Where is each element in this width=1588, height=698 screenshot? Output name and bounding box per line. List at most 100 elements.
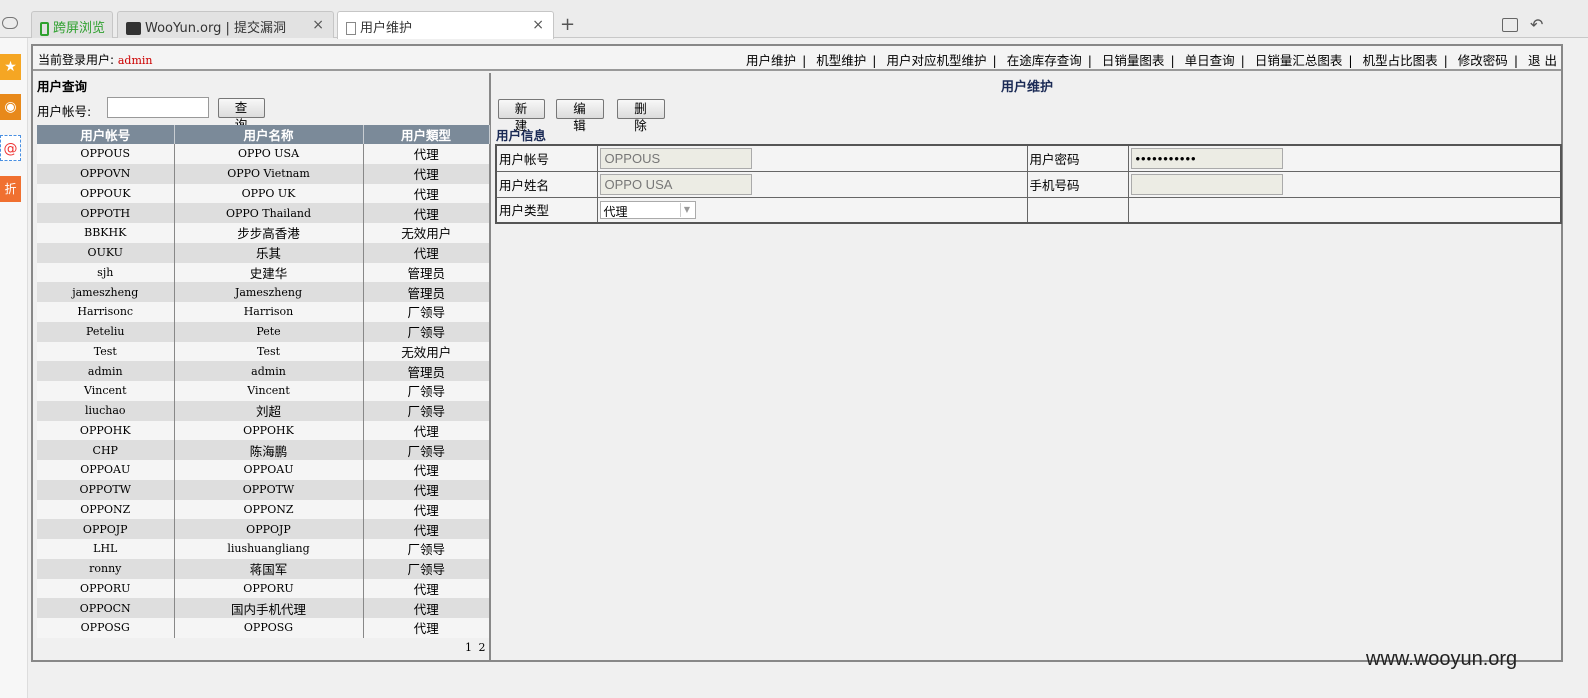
close-icon[interactable]: × [532,17,544,33]
account-cell: CHP [37,440,175,460]
account-search-input[interactable] [107,97,209,118]
form-row: 用户类型 代理 ▼ [495,196,1562,224]
name-cell: Jameszheng [174,282,364,302]
table-row[interactable]: jameszheng Jameszheng 管理员 [37,282,489,302]
column-header[interactable]: 用户名称 [174,125,364,144]
table-row[interactable]: OUKU 乐其 代理 [37,242,489,263]
account-field[interactable] [599,147,752,169]
page-title: 用户维护 [1000,80,1053,95]
type-cell: 厂领导 [363,440,489,460]
undo-icon[interactable]: ↶ [1530,15,1543,34]
password-field-cell [1127,144,1562,172]
type-cell: 代理 [363,618,489,638]
header-bar: 当前登录用户: admin 用户维护 | 机型维护 | 用户对应机型维护 | 在途库存… [33,46,1561,71]
delete-button[interactable]: 删 除 [617,99,665,133]
name-cell: OPPO Vietnam [174,163,364,184]
table-row[interactable]: OPPOCN 国内手机代理 代理 [37,598,489,618]
table-row[interactable]: Peteliu Pete 厂领导 [37,321,489,342]
nav-user-maintenance[interactable]: 用户维护 [746,53,796,68]
table-row[interactable]: OPPORU OPPORU 代理 [37,578,489,599]
password-field[interactable] [1130,147,1283,169]
table-row[interactable]: OPPOUS OPPO USA 代理 [37,144,489,164]
chevron-down-icon[interactable]: ▼ [679,202,694,217]
table-row[interactable]: OPPOTH OPPO Thailand 代理 [37,203,489,223]
nav-model-share-chart[interactable]: 机型占比图表 [1363,53,1438,68]
table-row[interactable]: Test Test 无效用户 [37,341,489,362]
tab-wooyun[interactable]: WooYun.org | 提交漏洞 × [117,11,334,38]
form-row: 用户姓名 手机号码 [495,170,1562,198]
table-row[interactable]: liuchao 刘超 厂领导 [37,400,489,421]
nav-separator: | [1348,53,1353,68]
name-cell: OPPOSG [174,618,364,638]
nav-user-model-maintenance[interactable]: 用户对应机型维护 [886,53,986,68]
close-icon[interactable]: × [312,17,324,33]
table-row[interactable]: OPPOAU OPPOAU 代理 [37,460,489,480]
new-button[interactable]: 新 建 [498,99,545,133]
table-row[interactable]: admin admin 管理员 [37,361,489,381]
nav-transit-stock[interactable]: 在途库存查询 [1007,53,1082,68]
sidebar-rail: ★ ◉ @ 折 [0,38,28,698]
type-cell: 厂领导 [363,321,489,342]
weibo-icon[interactable]: ◉ [0,94,21,120]
table-row[interactable]: OPPOUK OPPO UK 代理 [37,183,489,204]
type-cell: 无效用户 [363,223,489,243]
edit-button[interactable]: 编 辑 [556,99,604,133]
star-icon[interactable]: ★ [0,54,21,80]
type-field-label: 用户类型 [495,196,598,224]
discount-icon[interactable]: 折 [0,176,21,202]
type-field-cell: 代理 ▼ [596,196,1028,224]
nav-change-password[interactable]: 修改密码 [1458,53,1508,68]
tab-label: WooYun.org | 提交漏洞 [145,21,287,36]
account-cell: OUKU [37,242,175,263]
password-field-label: 用户密码 [1026,144,1129,172]
table-row[interactable]: CHP 陈海鹏 厂领导 [37,440,489,460]
type-cell: 代理 [363,499,489,520]
table-row[interactable]: BBKHK 步步高香港 无效用户 [37,223,489,243]
table-row[interactable]: Vincent Vincent 厂领导 [37,381,489,401]
column-header[interactable]: 用户帐号 [37,125,175,144]
table-row[interactable]: OPPOHK OPPOHK 代理 [37,420,489,441]
account-cell: OPPORU [37,578,175,599]
pagination[interactable]: 1 2 [465,641,486,654]
nav-logout[interactable]: 退 出 [1528,53,1557,68]
name-cell: 步步高香港 [174,223,364,243]
cloud-icon[interactable] [2,17,18,29]
name-cell: 史建华 [174,262,364,283]
table-row[interactable]: OPPOSG OPPOSG 代理 [37,618,489,638]
user-type-select[interactable]: 代理 ▼ [599,200,696,219]
section-title: 用户信息 [496,128,547,143]
tab-cross-screen[interactable]: 跨屏浏览 [31,11,113,38]
account-cell: Vincent [37,381,175,401]
nav-daily-sales-chart[interactable]: 日销量图表 [1102,53,1165,68]
table-row[interactable]: LHL liushuangliang 厂领导 [37,539,489,559]
name-cell: Test [174,341,364,362]
login-info: 当前登录用户: admin [38,51,153,68]
name-field-label: 用户姓名 [495,170,598,198]
table-row[interactable]: Harrisonc Harrison 厂领导 [37,302,489,322]
name-field-cell [596,170,1028,198]
type-cell: 代理 [363,578,489,599]
window-restore-icon[interactable] [1502,18,1518,32]
table-row[interactable]: OPPOTW OPPOTW 代理 [37,479,489,500]
table-row[interactable]: OPPONZ OPPONZ 代理 [37,499,489,520]
table-row[interactable]: sjh 史建华 管理员 [37,262,489,283]
table-row[interactable]: OPPOJP OPPOJP 代理 [37,519,489,539]
tab-user-maintenance[interactable]: 用户维护 × [337,11,554,39]
nav-single-day-query[interactable]: 单日查询 [1185,53,1235,68]
mail-icon[interactable]: @ [0,135,21,161]
table-row[interactable]: ronny 蒋国军 厂领导 [37,558,489,579]
column-header[interactable]: 用户類型 [363,125,490,144]
phone-field-label: 手机号码 [1026,170,1129,198]
phone-field[interactable] [1130,173,1283,195]
type-cell: 代理 [363,598,489,618]
new-tab-icon[interactable]: + [560,14,575,35]
nav-daily-sales-summary[interactable]: 日销量汇总图表 [1255,53,1343,68]
query-button[interactable]: 查 询 [218,98,265,132]
nav-model-maintenance[interactable]: 机型维护 [816,53,866,68]
name-field[interactable] [599,173,752,195]
account-cell: OPPOAU [37,460,175,480]
name-cell: OPPO UK [174,183,364,204]
table-row[interactable]: OPPOVN OPPO Vietnam 代理 [37,163,489,184]
type-cell: 代理 [363,144,489,164]
account-cell: Test [37,341,175,362]
